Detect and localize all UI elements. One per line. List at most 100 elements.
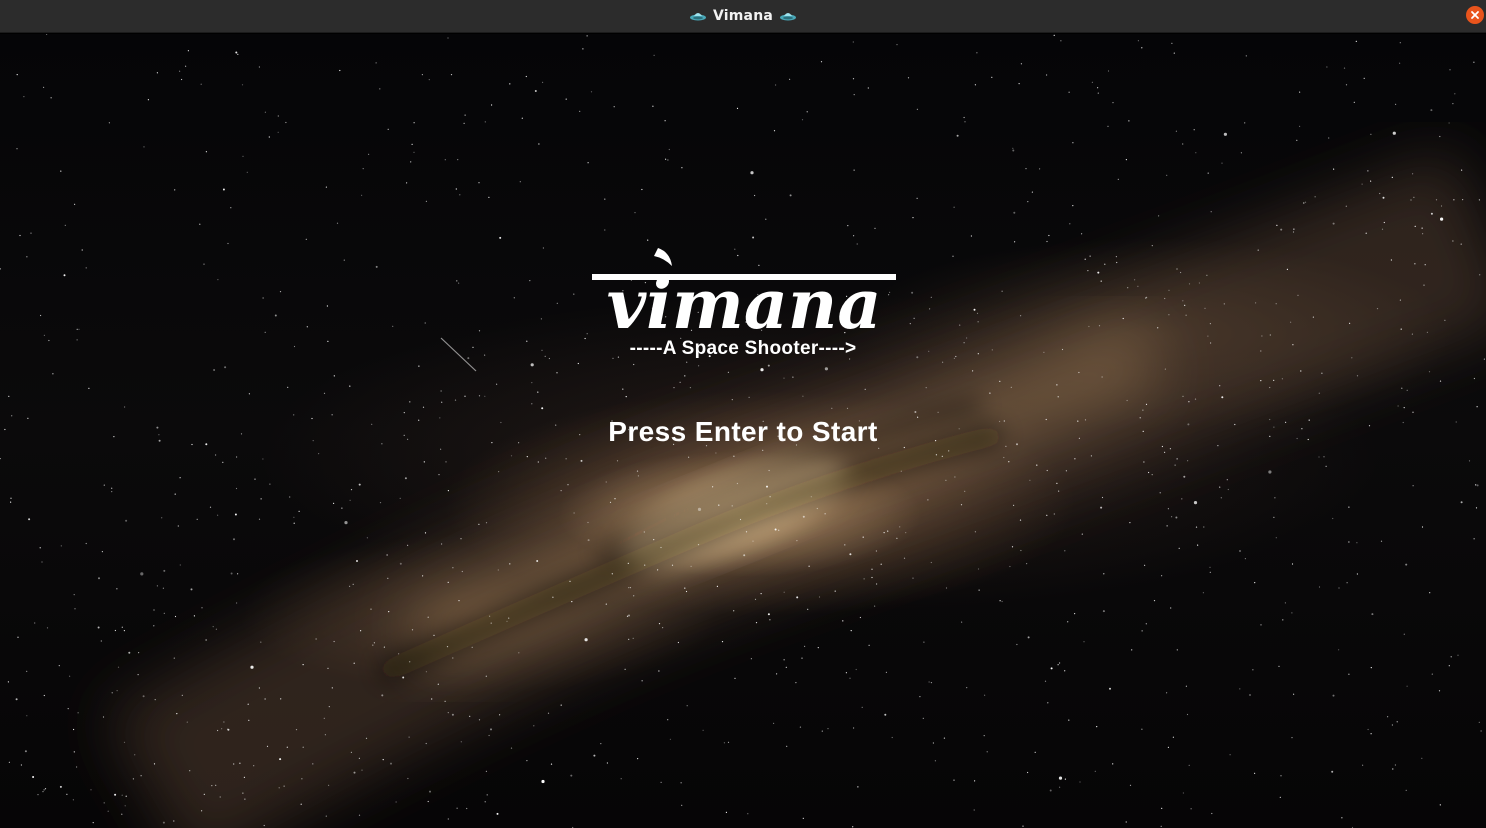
star [605,481,607,483]
star [323,392,326,394]
star [1164,451,1166,453]
star [927,499,929,501]
star [960,504,963,506]
star [1226,479,1228,481]
star [125,795,127,797]
star [137,674,139,676]
star [181,694,183,697]
star [796,540,798,542]
star [262,458,264,460]
star [1376,308,1379,310]
star [331,687,333,689]
star [302,746,304,748]
star [1166,174,1168,176]
star [1401,387,1403,389]
star [1167,746,1169,749]
star [1276,224,1278,226]
star [486,794,488,796]
star [534,90,537,92]
star [816,507,818,510]
star [124,805,126,807]
star [247,703,249,705]
star [538,143,540,145]
star [287,386,289,388]
star [999,600,1001,602]
star [215,454,217,456]
star [349,499,351,501]
star [490,622,492,624]
star [1326,66,1328,68]
star [673,387,675,389]
star [845,672,848,674]
star [1068,719,1070,721]
star [1370,667,1372,669]
star [64,224,66,226]
game-canvas[interactable]: vimana -----A Space Shooter----> Press E… [0,34,1486,828]
star [1394,764,1396,766]
star [974,84,977,86]
star [529,280,531,282]
star [977,321,979,323]
star [447,490,449,492]
star [390,762,392,765]
star [629,587,632,589]
star [496,812,499,815]
star [40,314,42,317]
star [1064,778,1066,780]
star [179,477,181,479]
star [358,757,360,759]
star [1193,501,1198,505]
star [658,670,660,672]
star [540,318,543,320]
star [460,538,462,540]
star [853,169,855,171]
star [227,242,229,245]
close-button[interactable] [1466,6,1484,24]
star [300,803,302,805]
star [111,692,113,694]
star [373,642,375,644]
star [1057,664,1059,666]
star [930,561,932,564]
star [1280,228,1283,231]
title-bar[interactable]: Vimana [0,0,1486,33]
star [1101,496,1104,499]
star [1018,83,1020,85]
star [536,560,539,562]
star [712,486,714,488]
star [279,758,282,761]
star [484,121,486,123]
star [1001,290,1003,292]
star [1044,680,1047,682]
star [586,333,588,335]
star [641,188,643,191]
star [431,698,433,700]
ufo-icon [689,13,706,21]
star [896,44,898,46]
star [963,116,965,119]
star [163,569,166,572]
star [1476,484,1479,487]
star [903,557,906,559]
star [626,615,629,617]
star [684,587,686,589]
star [636,470,639,472]
star [187,50,189,52]
star [1115,256,1117,258]
star [74,203,76,205]
star [964,490,966,492]
star [1027,771,1029,774]
star [680,782,682,784]
star [1053,34,1055,36]
star [584,638,588,642]
star [408,736,410,738]
star [941,455,943,457]
star [484,801,486,803]
star [350,751,352,754]
star [242,792,244,794]
star [637,475,640,477]
star [411,629,414,631]
star [1460,501,1463,504]
star [422,406,425,408]
star [937,411,939,413]
